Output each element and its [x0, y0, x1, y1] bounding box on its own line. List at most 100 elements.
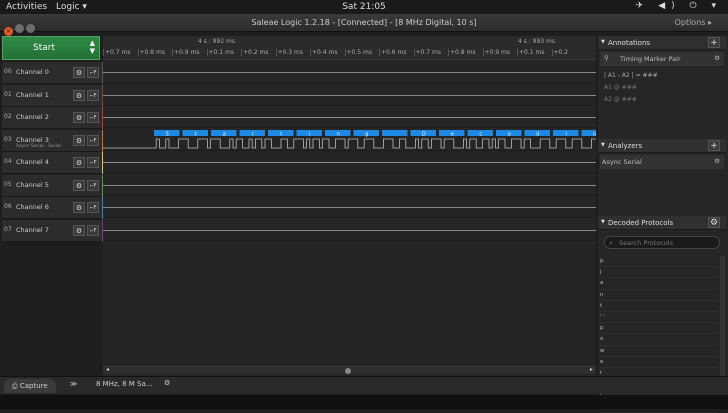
ruler-tick: +0.7 ms — [103, 49, 131, 56]
analyzers-header[interactable]: ▼ Analyzers + — [598, 139, 726, 153]
ruler-tick: +0.2 — [551, 49, 569, 56]
collapse-icon[interactable]: ▼ — [601, 142, 605, 148]
capture-tab[interactable]: ⎙ Capture — [4, 379, 56, 393]
add-analyzer-button[interactable]: + — [708, 140, 720, 151]
signal-line — [103, 117, 596, 118]
clock[interactable]: Sat 21:05 — [0, 2, 728, 12]
channel-name[interactable]: Channel 3 — [16, 136, 49, 144]
channel-row[interactable]: 06 Channel 6 ⚙ ⌐F — [2, 197, 106, 219]
analyzer-item[interactable]: Async Serial ⚙ — [600, 155, 724, 169]
system-tray[interactable]: ✈ ◀) ⏻ ▾ — [636, 1, 722, 11]
channel-waveform[interactable] — [103, 219, 596, 241]
channel-row[interactable]: 04 Channel 4 ⚙ ⌐F — [2, 152, 106, 174]
gear-icon[interactable]: ⚙ — [73, 202, 85, 213]
channel-name[interactable]: Channel 6 — [16, 203, 49, 211]
search-protocols-input[interactable]: ⌕ Search Protocols — [604, 236, 720, 249]
gear-icon[interactable]: ⚙ — [714, 54, 720, 62]
channel-name[interactable]: Channel 2 — [16, 113, 49, 121]
decoded-entry[interactable]: n — [600, 290, 718, 301]
gear-icon[interactable]: ⚙ — [164, 379, 170, 387]
close-icon[interactable]: × — [4, 27, 13, 36]
channel-waveform[interactable] — [103, 84, 596, 106]
decoded-entry[interactable]: p — [600, 256, 718, 268]
trigger-icon[interactable]: ⌐F — [87, 89, 99, 101]
gear-icon[interactable]: ⚙ — [73, 224, 85, 236]
gear-icon[interactable]: ⚙ — [73, 179, 85, 191]
channel-row[interactable]: 03 Channel 3 Async Serial - Serial ⚙ ⌐F — [2, 129, 106, 152]
collapse-icon[interactable]: ▼ — [601, 39, 605, 45]
trigger-icon[interactable]: ⌐F — [87, 224, 99, 236]
search-placeholder: Search Protocols — [619, 239, 673, 247]
channel-number: 01 — [4, 90, 12, 98]
gear-icon[interactable]: ⚙ — [714, 157, 720, 165]
add-annotation-button[interactable]: + — [708, 37, 720, 48]
vertical-scrollbar[interactable] — [720, 256, 725, 392]
decoded-entry[interactable]: o — [600, 334, 718, 346]
channel-row[interactable]: 00 Channel 0 ⚙ ⌐F — [2, 62, 106, 84]
waveform-area[interactable]: 4 s : 992 ms 4 s : 993 ms +0.7 ms +0.8 ms… — [103, 36, 596, 376]
channel-row[interactable]: 01 Channel 1 ⚙ ⌐F — [2, 84, 106, 107]
channel-waveform[interactable] — [103, 174, 596, 196]
decoded-entry[interactable]: a — [600, 278, 718, 290]
start-label: Start — [33, 43, 55, 53]
analyzers-title: Analyzers — [608, 142, 643, 150]
decoded-char: a — [223, 131, 226, 137]
trigger-icon[interactable]: ⌐F — [87, 157, 99, 168]
ruler-tick: +0.9 ms — [172, 49, 200, 56]
channel-row[interactable]: 05 Channel 5 ⚙ ⌐F — [2, 174, 106, 197]
gear-icon[interactable]: ⚙ — [73, 157, 85, 168]
decoded-char: d — [536, 131, 539, 137]
a1-value: A1 @ ### — [604, 84, 637, 91]
trigger-icon[interactable]: ⌐F — [87, 134, 99, 146]
scroll-thumb[interactable] — [345, 368, 351, 374]
trigger-icon[interactable]: ⌐F — [87, 112, 99, 123]
a2-value: A2 @ ### — [604, 96, 637, 103]
channel-row[interactable]: 02 Channel 2 ⚙ ⌐F — [2, 107, 106, 129]
timing-marker-row[interactable]: ⚲ Timing Marker Pair ⚙ — [600, 52, 724, 66]
channel-name[interactable]: Channel 7 — [16, 226, 49, 234]
collapse-icon[interactable]: ▼ — [601, 219, 605, 225]
trigger-icon[interactable]: ⌐F — [87, 179, 99, 191]
scroll-right-icon[interactable]: ▸ — [590, 366, 593, 373]
decoded-entry[interactable]: e — [600, 357, 718, 369]
annotations-header[interactable]: ▼ Annotations + — [598, 36, 726, 50]
channel-waveform[interactable]: Starting Decoding — [103, 129, 596, 151]
channel-waveform[interactable] — [103, 106, 596, 128]
decoded-protocols-header[interactable]: ▼ Decoded Protocols ⚙ — [598, 216, 726, 230]
decoded-entry[interactable]: w — [600, 346, 718, 357]
decoded-char: i — [309, 131, 310, 137]
trigger-icon[interactable]: ⌐F — [87, 202, 99, 213]
decoded-entry[interactable]: t — [600, 301, 718, 313]
capture-tab-label: Capture — [19, 382, 48, 390]
start-button[interactable]: Start ▲ ▼ — [2, 36, 100, 60]
channel-row[interactable]: 07 Channel 7 ⚙ ⌐F — [2, 219, 106, 242]
channel-name[interactable]: Channel 5 — [16, 181, 49, 189]
options-button[interactable]: Options ▸ — [675, 18, 712, 27]
channel-name[interactable]: Channel 4 — [16, 158, 49, 166]
decoded-frame[interactable] — [382, 129, 408, 136]
gear-icon[interactable]: ⚙ — [73, 112, 85, 123]
trigger-icon[interactable]: ⌐F — [87, 67, 99, 78]
timing-marker-label: Timing Marker Pair — [620, 55, 681, 63]
gear-icon[interactable]: ⚙ — [708, 217, 720, 228]
ruler-tick: +0.1 ms — [206, 49, 234, 56]
side-panel: ▼ Annotations + ⚲ Timing Marker Pair ⚙ |… — [598, 36, 728, 413]
decoded-entry[interactable]: p — [600, 323, 718, 335]
channel-name[interactable]: Channel 1 — [16, 91, 49, 99]
channel-number: 04 — [4, 158, 12, 165]
decoded-entry[interactable]: j — [600, 267, 718, 279]
decoded-entry[interactable]: ' ' — [600, 312, 718, 324]
ruler-tick: +0.7 ms — [413, 49, 441, 56]
chevron-icon[interactable]: ≫ — [70, 380, 77, 388]
gear-icon[interactable]: ⚙ — [73, 89, 85, 101]
bottom-bar: ⎙ Capture ≫ 8 MHz, 8 M Sa... ⚙ — [0, 376, 728, 394]
scroll-left-icon[interactable]: ◂ — [106, 366, 109, 373]
gear-icon[interactable]: ⚙ — [73, 134, 85, 146]
channel-waveform[interactable] — [103, 151, 596, 173]
channel-waveform[interactable] — [103, 196, 596, 218]
gear-icon[interactable]: ⚙ — [73, 67, 85, 78]
start-arrows-icon[interactable]: ▲ ▼ — [90, 39, 95, 55]
channel-name[interactable]: Channel 0 — [16, 68, 49, 76]
horizontal-scrollbar[interactable]: ◂ ▸ — [103, 366, 596, 374]
channel-waveform[interactable] — [103, 61, 596, 83]
